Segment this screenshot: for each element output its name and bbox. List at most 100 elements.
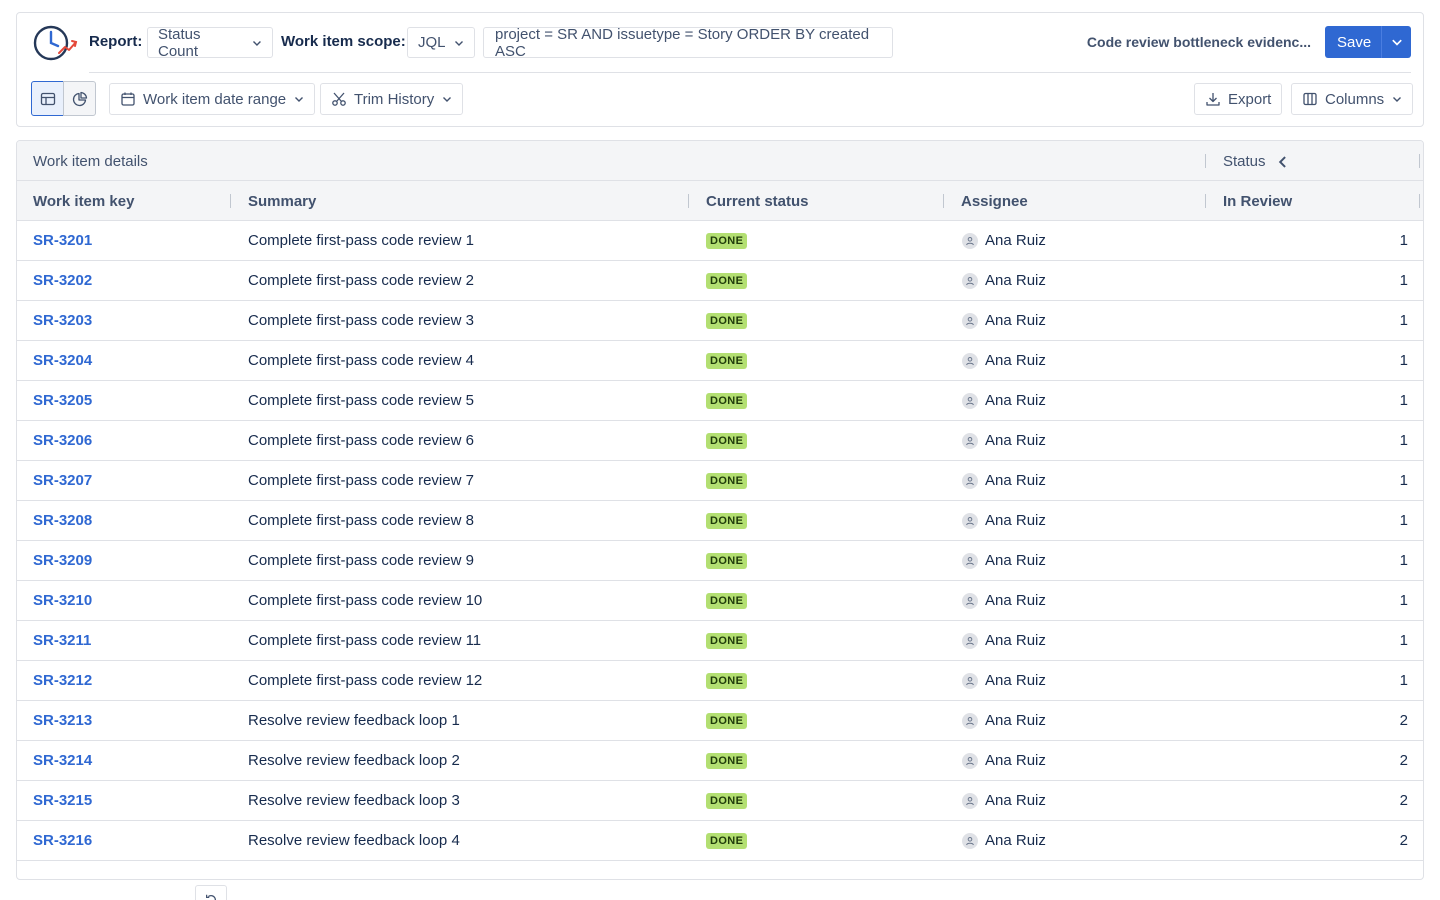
columns-button[interactable]: Columns [1291,83,1414,115]
work-item-key-link[interactable]: SR-3207 [33,472,92,489]
assignee-name: Ana Ruiz [985,552,1046,569]
assignee-name: Ana Ruiz [985,272,1046,289]
save-button[interactable]: Save [1325,26,1411,58]
column-resize-handle[interactable] [943,194,944,208]
work-item-key-link[interactable]: SR-3201 [33,232,92,249]
assignee: Ana Ruiz [962,392,1046,409]
in-review-count: 2 [1399,792,1408,809]
assignee-name: Ana Ruiz [985,632,1046,649]
column-resize-handle[interactable] [1419,154,1420,168]
work-item-key-link[interactable]: SR-3209 [33,552,92,569]
group-header-details: Work item details [33,153,148,170]
report-type-dropdown[interactable]: Status Count [147,26,273,60]
work-item-key-link[interactable]: SR-3215 [33,792,92,809]
work-item-key-link[interactable]: SR-3204 [33,352,92,369]
work-item-key-link[interactable]: SR-3213 [33,712,92,729]
table-view-button[interactable] [31,81,64,116]
work-item-key-link[interactable]: SR-3205 [33,392,92,409]
group-header-status[interactable]: Status [1223,153,1290,170]
avatar-user-icon [962,672,978,689]
date-range-label: Work item date range [143,90,287,108]
work-item-summary: Resolve review feedback loop 1 [248,712,460,729]
work-item-summary: Complete first-pass code review 8 [248,512,474,529]
column-resize-handle[interactable] [1205,194,1206,208]
in-review-count: 1 [1399,232,1408,249]
table-row[interactable]: SR-3211 Complete first-pass code review 1… [17,621,1423,661]
in-review-count: 1 [1399,432,1408,449]
work-item-summary: Complete first-pass code review 9 [248,552,474,569]
assignee: Ana Ruiz [962,312,1046,329]
column-header-summary[interactable]: Summary [248,193,316,210]
table-row[interactable]: SR-3209 Complete first-pass code review 9… [17,541,1423,581]
jql-query-input[interactable]: project = SR AND issuetype = Story ORDER… [483,26,893,60]
export-button[interactable]: Export [1194,83,1283,115]
scope-label: Work item scope: [281,33,406,50]
in-review-count: 1 [1399,552,1408,569]
column-header-status[interactable]: Current status [706,193,809,210]
column-header-key[interactable]: Work item key [33,193,134,210]
table-row[interactable]: SR-3210 Complete first-pass code review 1… [17,581,1423,621]
status-badge: DONE [706,473,748,489]
table-row[interactable]: SR-3215 Resolve review feedback loop 3 DON… [17,781,1423,821]
work-item-key-link[interactable]: SR-3210 [33,592,92,609]
download-icon [1205,91,1221,107]
work-item-summary: Complete first-pass code review 11 [248,632,482,649]
work-item-key-link[interactable]: SR-3211 [33,632,91,649]
work-item-key-link[interactable]: SR-3203 [33,312,92,329]
assignee-name: Ana Ruiz [985,512,1046,529]
avatar-user-icon [962,632,978,649]
table-row[interactable]: SR-3212 Complete first-pass code review 1… [17,661,1423,701]
date-range-button[interactable]: Work item date range [109,83,316,115]
column-header-assignee[interactable]: Assignee [961,193,1028,210]
assignee-name: Ana Ruiz [985,832,1046,849]
column-resize-handle[interactable] [230,194,231,208]
table-row[interactable]: SR-3206 Complete first-pass code review 6… [17,421,1423,461]
chevron-down-icon [295,97,304,102]
table-row[interactable]: SR-3207 Complete first-pass code review 7… [17,461,1423,501]
work-item-key-link[interactable]: SR-3208 [33,512,92,529]
chevron-down-icon [454,40,463,46]
table-row[interactable]: SR-3208 Complete first-pass code review 8… [17,501,1423,541]
work-item-summary: Complete first-pass code review 4 [248,352,474,369]
column-resize-handle[interactable] [688,194,689,208]
work-item-key-link[interactable]: SR-3206 [33,432,92,449]
chart-view-button[interactable] [63,81,96,116]
table-row[interactable]: SR-3216 Resolve review feedback loop 4 DON… [17,821,1423,861]
status-badge: DONE [706,513,748,529]
work-item-key-link[interactable]: SR-3216 [33,832,92,849]
table-column-header: Work item key Summary Current status Ass… [17,181,1423,221]
table-row[interactable]: SR-3204 Complete first-pass code review 4… [17,341,1423,381]
table-row[interactable]: SR-3201 Complete first-pass code review 1… [17,221,1423,261]
in-review-count: 1 [1399,632,1408,649]
save-options-chevron-icon[interactable] [1382,36,1411,48]
trim-history-button[interactable]: Trim History [320,83,464,115]
in-review-count: 2 [1399,752,1408,769]
chevron-down-icon [1393,97,1402,102]
column-resize-handle[interactable] [1205,154,1206,168]
table-row[interactable]: SR-3203 Complete first-pass code review 3… [17,301,1423,341]
refresh-button[interactable] [195,885,227,900]
table-row[interactable]: SR-3213 Resolve review feedback loop 1 DON… [17,701,1423,741]
avatar-user-icon [962,272,978,289]
scope-type-dropdown[interactable]: JQL [407,27,475,58]
table-row[interactable]: SR-3202 Complete first-pass code review 2… [17,261,1423,301]
avatar-user-icon [962,432,978,449]
table-row[interactable]: SR-3205 Complete first-pass code review 5… [17,381,1423,421]
status-badge: DONE [706,353,748,369]
table-row[interactable]: SR-3214 Resolve review feedback loop 2 DON… [17,741,1423,781]
work-item-key-link[interactable]: SR-3202 [33,272,92,289]
report-toolbar-panel: Report: Status Count Work item scope: JQ… [16,12,1424,127]
assignee: Ana Ruiz [962,712,1046,729]
work-item-key-link[interactable]: SR-3214 [33,752,92,769]
assignee-name: Ana Ruiz [985,472,1046,489]
chevron-left-icon[interactable] [1276,155,1290,169]
assignee-name: Ana Ruiz [985,392,1046,409]
assignee-name: Ana Ruiz [985,432,1046,449]
assignee-name: Ana Ruiz [985,312,1046,329]
column-resize-handle[interactable] [1419,194,1420,208]
status-badge: DONE [706,553,748,569]
column-header-in-review[interactable]: In Review [1223,193,1292,210]
assignee: Ana Ruiz [962,472,1046,489]
work-item-key-link[interactable]: SR-3212 [33,672,92,689]
report-name[interactable]: Code review bottleneck evidenc... [1087,34,1311,50]
